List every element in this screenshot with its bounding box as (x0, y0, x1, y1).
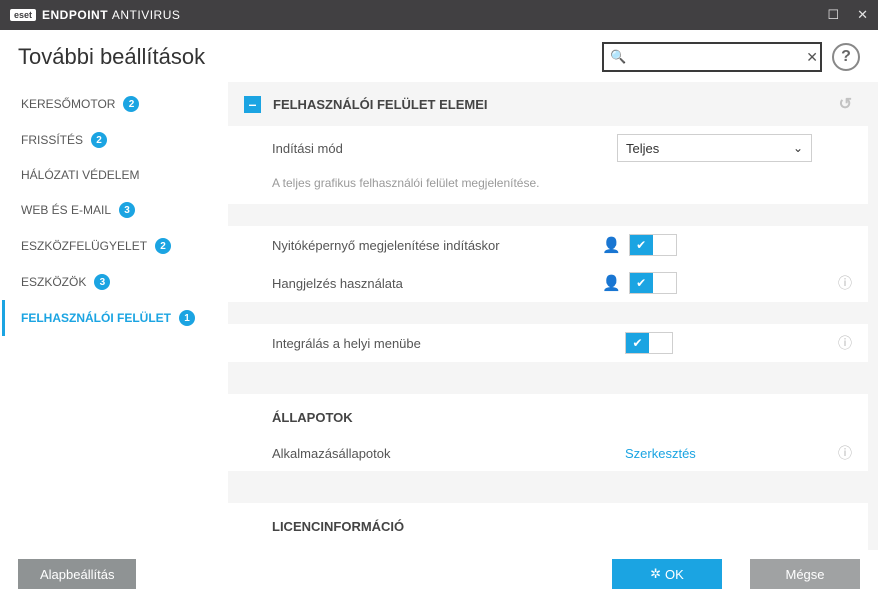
sound-toggle[interactable]: ✔ (629, 272, 677, 294)
header: További beállítások 🔍 ✕ ? (0, 30, 878, 82)
sidebar-item-label: HÁLÓZATI VÉDELEM (21, 168, 139, 182)
user-icon: 👤 (602, 236, 621, 254)
row-splash: Nyitóképernyő megjelenítése indításkor 👤… (228, 226, 868, 264)
gear-icon: ✲ (650, 566, 661, 582)
row-license-show: Licencadatok megjelenítése ✔ (228, 544, 868, 550)
cancel-button[interactable]: Mégse (750, 559, 860, 589)
ok-button[interactable]: ✲ OK (612, 559, 722, 589)
splash-label: Nyitóképernyő megjelenítése indításkor (272, 238, 602, 253)
sidebar-badge: 2 (91, 132, 107, 148)
search-icon: 🔍 (610, 49, 626, 65)
context-label: Integrálás a helyi menübe (272, 336, 602, 351)
collapse-icon[interactable]: – (244, 96, 261, 113)
edit-link[interactable]: Szerkesztés (625, 446, 696, 461)
sidebar-badge: 2 (155, 238, 171, 254)
sidebar-badge: 1 (179, 310, 195, 326)
sidebar-badge: 3 (119, 202, 135, 218)
page-title: További beállítások (18, 44, 205, 70)
row-sound: Hangjelzés használata 👤 ✔ ⓘ (228, 264, 868, 302)
sound-label: Hangjelzés használata (272, 276, 602, 291)
start-mode-label: Indítási mód (272, 141, 602, 156)
check-icon: ✔ (632, 336, 642, 350)
brand-text: ENDPOINT ANTIVIRUS (42, 8, 180, 22)
search-box[interactable]: 🔍 ✕ (602, 42, 822, 72)
brand: eset ENDPOINT ANTIVIRUS (10, 8, 180, 22)
start-mode-value: Teljes (626, 141, 659, 156)
sidebar-item-label: ESZKÖZFELÜGYELET (21, 239, 147, 253)
splash-toggle[interactable]: ✔ (629, 234, 677, 256)
separator (228, 362, 868, 394)
sidebar-item-update[interactable]: FRISSÍTÉS 2 (2, 122, 228, 158)
sidebar-item-engine[interactable]: KERESŐMOTOR 2 (2, 86, 228, 122)
sidebar-item-web-email[interactable]: WEB ÉS E-MAIL 3 (2, 192, 228, 228)
content-scroll[interactable]: – FELHASZNÁLÓI FELÜLET ELEMEI ↺ Indítási… (228, 82, 868, 550)
sidebar-item-ui[interactable]: FELHASZNÁLÓI FELÜLET 1 (2, 300, 228, 336)
row-app-states: Alkalmazásállapotok Szerkesztés ⓘ (228, 435, 868, 471)
section-header-ui-elements[interactable]: – FELHASZNÁLÓI FELÜLET ELEMEI ↺ (228, 82, 868, 126)
sidebar-item-network[interactable]: HÁLÓZATI VÉDELEM (2, 158, 228, 192)
help-button[interactable]: ? (832, 43, 860, 71)
brand-badge: eset (10, 9, 36, 21)
clear-search-icon[interactable]: ✕ (806, 49, 818, 66)
titlebar: eset ENDPOINT ANTIVIRUS ☐ ✕ (0, 0, 878, 30)
footer: Alapbeállítás ✲ OK Mégse (0, 550, 878, 598)
window-controls: ☐ ✕ (827, 7, 868, 23)
sidebar-item-tools[interactable]: ESZKÖZÖK 3 (2, 264, 228, 300)
chevron-down-icon: ⌄ (793, 141, 803, 155)
sidebar-item-label: FRISSÍTÉS (21, 133, 83, 147)
default-button[interactable]: Alapbeállítás (18, 559, 136, 589)
app-states-label: Alkalmazásállapotok (272, 446, 602, 461)
separator (228, 302, 868, 324)
sidebar-item-device-control[interactable]: ESZKÖZFELÜGYELET 2 (2, 228, 228, 264)
info-icon[interactable]: ⓘ (838, 273, 852, 293)
user-icon: 👤 (602, 274, 621, 292)
question-icon: ? (841, 48, 851, 66)
section-header-states: ÁLLAPOTOK (228, 394, 868, 435)
separator (228, 204, 868, 226)
sidebar-item-label: KERESŐMOTOR (21, 97, 115, 111)
context-toggle[interactable]: ✔ (625, 332, 673, 354)
start-mode-desc: A teljes grafikus felhasználói felület m… (228, 170, 868, 204)
info-icon[interactable]: ⓘ (838, 443, 852, 463)
sidebar-badge: 2 (123, 96, 139, 112)
section-title: FELHASZNÁLÓI FELÜLET ELEMEI (273, 97, 488, 112)
check-icon: ✔ (636, 276, 646, 290)
section-header-license: LICENCINFORMÁCIÓ (228, 503, 868, 544)
start-mode-select[interactable]: Teljes ⌄ (617, 134, 812, 162)
close-icon[interactable]: ✕ (857, 7, 868, 23)
separator (228, 471, 868, 503)
undo-icon[interactable]: ↺ (839, 94, 852, 114)
maximize-icon[interactable]: ☐ (827, 7, 839, 23)
search-input[interactable] (630, 50, 806, 65)
row-context-menu: Integrálás a helyi menübe ✔ ⓘ (228, 324, 868, 362)
row-start-mode: Indítási mód Teljes ⌄ (228, 126, 868, 170)
check-icon: ✔ (636, 238, 646, 252)
sidebar-item-label: WEB ÉS E-MAIL (21, 203, 111, 217)
sidebar-item-label: FELHASZNÁLÓI FELÜLET (21, 311, 171, 325)
content: – FELHASZNÁLÓI FELÜLET ELEMEI ↺ Indítási… (228, 82, 878, 550)
sidebar-badge: 3 (94, 274, 110, 290)
sidebar: KERESŐMOTOR 2 FRISSÍTÉS 2 HÁLÓZATI VÉDEL… (0, 82, 228, 550)
sidebar-item-label: ESZKÖZÖK (21, 275, 86, 289)
info-icon[interactable]: ⓘ (838, 333, 852, 353)
